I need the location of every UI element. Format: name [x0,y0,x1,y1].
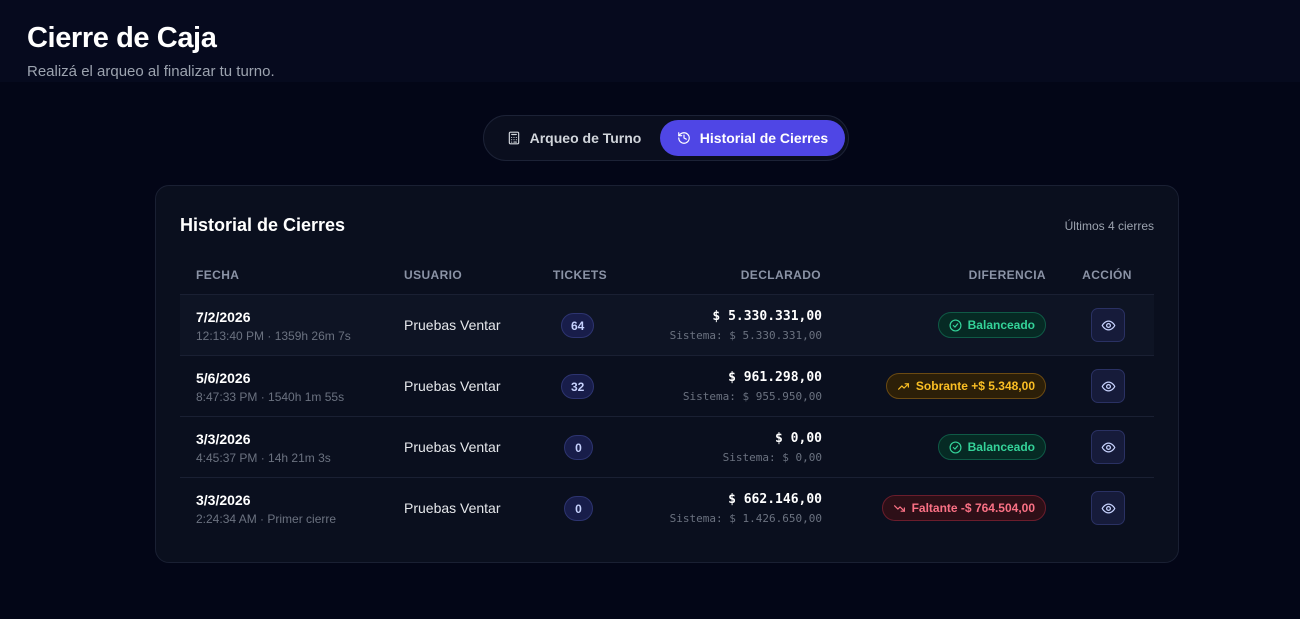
history-card: Historial de Cierres Últimos 4 cierres F… [155,185,1179,563]
system-amount: Sistema: $ 1.426.650,00 [669,512,822,525]
view-detail-button[interactable] [1091,491,1125,525]
row-user: Pruebas Ventar [404,500,501,516]
row-time-duration: 12:13:40 PM · 1359h 26m 7s [196,329,351,343]
row-date: 3/3/2026 [196,492,251,508]
page-title: Cierre de Caja [27,22,217,54]
difference-badge: Balanceado [937,434,1046,460]
column-header-tickets: TICKETS [552,268,608,282]
difference-label: Faltante -$ 764.504,00 [911,501,1035,515]
declared-amount: $ 961.298,00 [728,370,822,385]
view-detail-button[interactable] [1091,369,1125,403]
table-row: 7/2/2026 12:13:40 PM · 1359h 26m 7s Prue… [180,294,1154,355]
difference-label: Sobrante +$ 5.348,00 [915,379,1035,393]
ticket-count-badge: 64 [561,313,595,338]
column-header-declarado: DECLARADO [740,268,821,282]
calculator-icon [508,131,519,145]
page-subtitle: Realizá el arqueo al finalizar tu turno. [27,63,275,80]
column-header-usuario: USUARIO [404,268,463,282]
difference-label: Balanceado [967,318,1035,332]
tab-arqueo-label: Arqueo de Turno [529,130,642,146]
view-detail-button[interactable] [1091,430,1125,464]
system-amount: Sistema: $ 955.950,00 [682,390,822,403]
declared-amount: $ 0,00 [775,431,822,446]
table-row: 5/6/2026 8:47:33 PM · 1540h 1m 55s Prueb… [180,355,1154,416]
history-icon [677,132,690,144]
trending-down-icon [893,504,905,512]
ticket-count-badge: 0 [564,435,593,460]
check-circle-icon [949,440,962,454]
tab-historial-de-cierres[interactable]: Historial de Cierres [660,120,845,156]
row-time-duration: 2:24:34 AM · Primer cierre [196,512,337,526]
system-amount: Sistema: $ 0,00 [722,451,822,464]
eye-icon [1101,381,1115,391]
row-date: 5/6/2026 [196,370,251,386]
tab-historial-label: Historial de Cierres [699,130,829,146]
eye-icon [1101,320,1115,330]
difference-label: Balanceado [967,440,1035,454]
difference-badge: Balanceado [937,312,1046,338]
column-header-fecha: FECHA [196,268,240,282]
table-row: 3/3/2026 4:45:37 PM · 14h 21m 3s Pruebas… [180,416,1154,477]
row-user: Pruebas Ventar [404,439,501,455]
tab-arqueo-de-turno[interactable]: Arqueo de Turno [490,120,658,156]
card-meta-count: Últimos 4 cierres [1064,219,1154,233]
system-amount: Sistema: $ 5.330.331,00 [669,329,822,342]
history-table-body: 7/2/2026 12:13:40 PM · 1359h 26m 7s Prue… [180,294,1154,538]
declared-amount: $ 662.146,00 [728,492,822,507]
check-circle-icon [949,318,962,332]
row-user: Pruebas Ventar [404,378,501,394]
table-row: 3/3/2026 2:24:34 AM · Primer cierre Prue… [180,477,1154,538]
column-header-accion: ACCIÓN [1082,268,1132,282]
row-date: 3/3/2026 [196,431,251,447]
ticket-count-badge: 32 [561,374,595,399]
view-tabs: Arqueo de Turno Historial de Cierres [483,115,849,161]
ticket-count-badge: 0 [564,496,593,521]
row-time-duration: 8:47:33 PM · 1540h 1m 55s [196,390,345,404]
column-header-diferencia: DIFERENCIA [968,268,1046,282]
view-detail-button[interactable] [1091,308,1125,342]
difference-badge: Faltante -$ 764.504,00 [881,495,1046,521]
row-user: Pruebas Ventar [404,317,501,333]
eye-icon [1101,503,1115,513]
row-date: 7/2/2026 [196,309,251,325]
declared-amount: $ 5.330.331,00 [712,309,822,324]
card-title: Historial de Cierres [180,215,346,235]
trending-up-icon [897,382,909,390]
eye-icon [1101,442,1115,452]
difference-badge: Sobrante +$ 5.348,00 [885,373,1046,399]
row-time-duration: 4:45:37 PM · 14h 21m 3s [196,451,331,465]
